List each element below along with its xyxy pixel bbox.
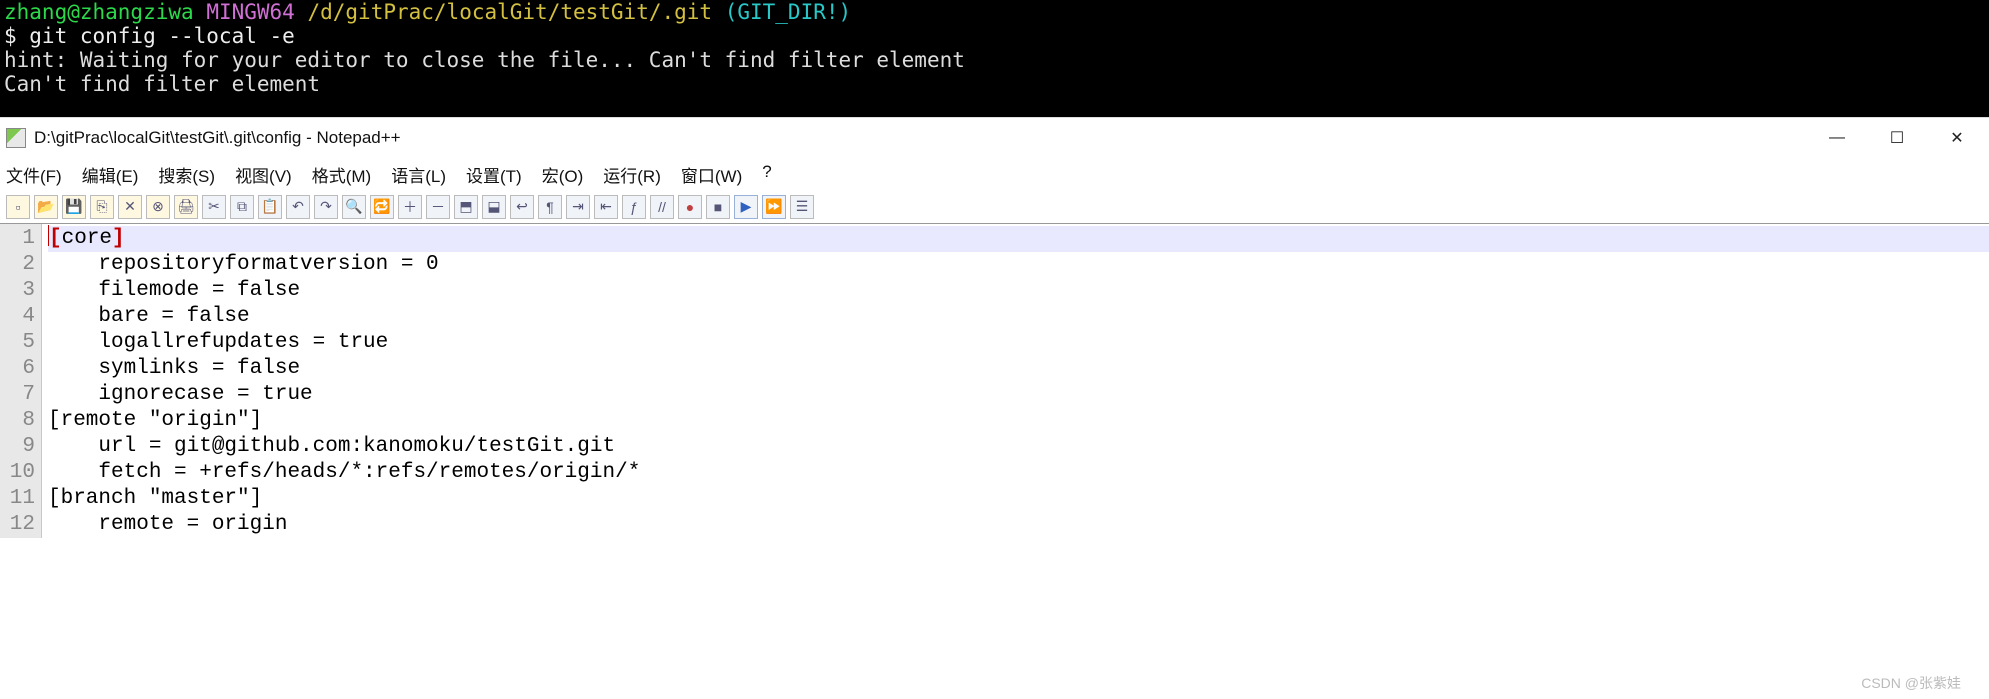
editor[interactable]: 123456789101112 [core] repositoryformatv… xyxy=(0,223,1989,538)
line-number: 3 xyxy=(0,278,35,304)
terminal[interactable]: zhang@zhangziwa MINGW64 /d/gitPrac/local… xyxy=(0,0,1989,117)
code-line[interactable]: symlinks = false xyxy=(48,356,1989,382)
line-number: 5 xyxy=(0,330,35,356)
record-icon[interactable]: ● xyxy=(678,195,702,219)
terminal-hint-2: Can't find filter element xyxy=(4,72,1985,96)
menubar: 文件(F) 编辑(E) 搜索(S) 视图(V) 格式(M) 语言(L) 设置(T… xyxy=(0,158,1989,193)
sync-v-icon[interactable]: ⬒ xyxy=(454,195,478,219)
prompt-branch: (GIT_DIR!) xyxy=(725,0,851,24)
find-icon[interactable]: 🔍 xyxy=(342,195,366,219)
code-line[interactable]: logallrefupdates = true xyxy=(48,330,1989,356)
line-number: 6 xyxy=(0,356,35,382)
terminal-command: $ git config --local -e xyxy=(4,24,1985,48)
minimize-button[interactable]: — xyxy=(1807,118,1867,158)
playlist-icon[interactable]: ☰ xyxy=(790,195,814,219)
fx-icon[interactable]: ƒ xyxy=(622,195,646,219)
menu-window[interactable]: 窗口(W) xyxy=(681,162,742,187)
zoom-in-icon[interactable]: ＋ xyxy=(398,195,422,219)
code-line[interactable]: repositoryformatversion = 0 xyxy=(48,252,1989,278)
menu-macro[interactable]: 宏(O) xyxy=(542,162,584,187)
gutter: 123456789101112 xyxy=(0,224,42,538)
play-icon[interactable]: ▶ xyxy=(734,195,758,219)
redo-icon[interactable]: ↷ xyxy=(314,195,338,219)
comment-icon[interactable]: // xyxy=(650,195,674,219)
terminal-prompt-line: zhang@zhangziwa MINGW64 /d/gitPrac/local… xyxy=(4,0,1985,24)
notepadpp-window: D:\gitPrac\localGit\testGit\.git\config … xyxy=(0,117,1989,538)
code-line[interactable]: ignorecase = true xyxy=(48,382,1989,408)
maximize-button[interactable]: ☐ xyxy=(1867,118,1927,158)
menu-file[interactable]: 文件(F) xyxy=(6,162,62,187)
cut-icon[interactable]: ✂ xyxy=(202,195,226,219)
code-line[interactable]: remote = origin xyxy=(48,512,1989,538)
line-number: 12 xyxy=(0,512,35,538)
line-number: 1 xyxy=(0,226,35,252)
menu-edit[interactable]: 编辑(E) xyxy=(82,162,139,187)
open-icon[interactable]: 📂 xyxy=(34,195,58,219)
code-line[interactable]: [remote "origin"] xyxy=(48,408,1989,434)
code-line[interactable]: url = git@github.com:kanomoku/testGit.gi… xyxy=(48,434,1989,460)
code-line[interactable]: fetch = +refs/heads/*:refs/remotes/origi… xyxy=(48,460,1989,486)
print-icon[interactable]: 🖨 xyxy=(174,195,198,219)
code-line[interactable]: filemode = false xyxy=(48,278,1989,304)
code-line[interactable]: bare = false xyxy=(48,304,1989,330)
prompt-path: /d/gitPrac/localGit/testGit/.git xyxy=(307,0,712,24)
toolbar: ▫📂💾⎘✕⊗🖨✂⧉📋↶↷🔍🔁＋－⬒⬓↩¶⇥⇤ƒ//●■▶⏩☰ xyxy=(0,193,1989,223)
menu-format[interactable]: 格式(M) xyxy=(312,162,371,187)
line-number: 2 xyxy=(0,252,35,278)
code-line[interactable]: [core] xyxy=(48,226,1989,252)
close-all-icon[interactable]: ⊗ xyxy=(146,195,170,219)
menu-view[interactable]: 视图(V) xyxy=(235,162,292,187)
menu-settings[interactable]: 设置(T) xyxy=(466,162,522,187)
close-icon[interactable]: ✕ xyxy=(118,195,142,219)
wrap-icon[interactable]: ↩ xyxy=(510,195,534,219)
line-number: 8 xyxy=(0,408,35,434)
watermark: CSDN @张紫娃 xyxy=(1861,673,1961,693)
menu-run[interactable]: 运行(R) xyxy=(603,162,661,187)
line-number: 7 xyxy=(0,382,35,408)
window-title: D:\gitPrac\localGit\testGit\.git\config … xyxy=(34,128,401,148)
playfast-icon[interactable]: ⏩ xyxy=(762,195,786,219)
zoom-out-icon[interactable]: － xyxy=(426,195,450,219)
titlebar[interactable]: D:\gitPrac\localGit\testGit\.git\config … xyxy=(0,118,1989,158)
menu-help[interactable]: ? xyxy=(762,162,771,187)
line-number: 11 xyxy=(0,486,35,512)
code-line[interactable]: [branch "master"] xyxy=(48,486,1989,512)
copy-icon[interactable]: ⧉ xyxy=(230,195,254,219)
prompt-host: MINGW64 xyxy=(206,0,295,24)
code-area[interactable]: [core] repositoryformatversion = 0 filem… xyxy=(42,224,1989,538)
close-button[interactable]: ✕ xyxy=(1927,118,1987,158)
outdent-icon[interactable]: ⇤ xyxy=(594,195,618,219)
undo-icon[interactable]: ↶ xyxy=(286,195,310,219)
stop-icon[interactable]: ■ xyxy=(706,195,730,219)
line-number: 4 xyxy=(0,304,35,330)
show-all-icon[interactable]: ¶ xyxy=(538,195,562,219)
line-number: 9 xyxy=(0,434,35,460)
line-number: 10 xyxy=(0,460,35,486)
paste-icon[interactable]: 📋 xyxy=(258,195,282,219)
prompt-user: zhang@zhangziwa xyxy=(4,0,194,24)
replace-icon[interactable]: 🔁 xyxy=(370,195,394,219)
sync-h-icon[interactable]: ⬓ xyxy=(482,195,506,219)
terminal-hint-1: hint: Waiting for your editor to close t… xyxy=(4,48,1985,72)
save-all-icon[interactable]: ⎘ xyxy=(90,195,114,219)
menu-search[interactable]: 搜索(S) xyxy=(158,162,215,187)
save-icon[interactable]: 💾 xyxy=(62,195,86,219)
new-file-icon[interactable]: ▫ xyxy=(6,195,30,219)
menu-lang[interactable]: 语言(L) xyxy=(391,162,446,187)
indent-icon[interactable]: ⇥ xyxy=(566,195,590,219)
app-icon xyxy=(6,128,26,148)
